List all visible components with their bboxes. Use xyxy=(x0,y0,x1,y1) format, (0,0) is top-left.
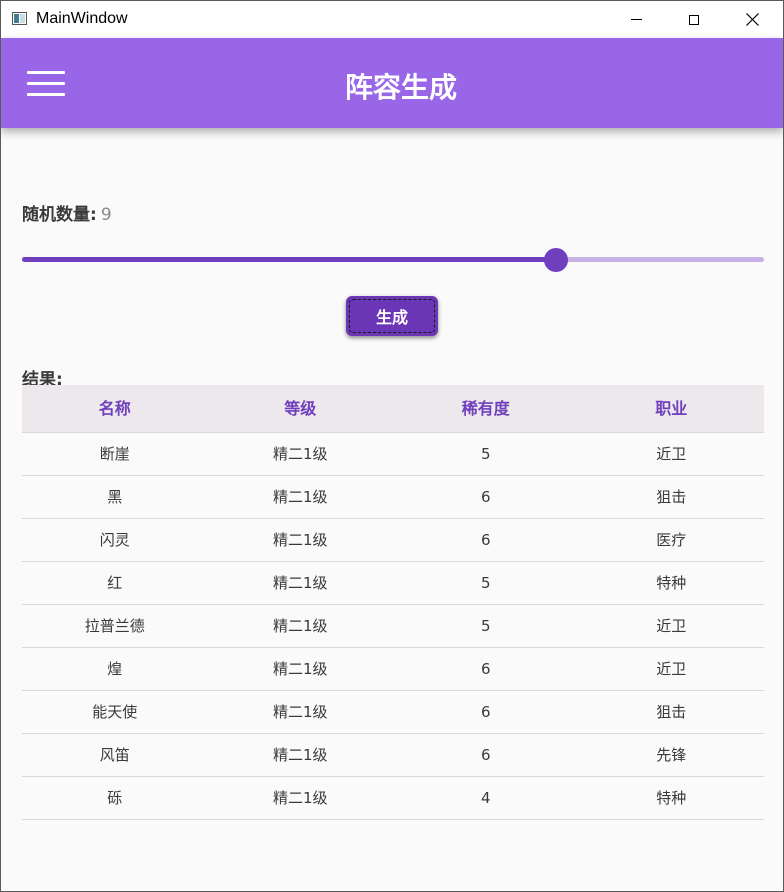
app-bar: 阵容生成 xyxy=(1,38,783,128)
result-table: 名称 等级 稀有度 职业 断崖 精二1级 5 近卫黑精二1级 6 狙击 闪灵 精二1级 6 医疗红精二1… xyxy=(22,385,764,820)
cell-profession: 先锋 xyxy=(656,746,687,764)
slider-fill xyxy=(22,257,557,262)
table-row[interactable]: 闪灵 精二1级 6 医疗 xyxy=(22,519,764,562)
cell-rarity: 6 xyxy=(480,660,491,678)
cell-level: 精二1级 xyxy=(272,746,328,764)
column-header-rarity[interactable]: 稀有度 xyxy=(393,385,579,432)
main-window: MainWindow 阵容生成 随机数量: 9 生成 结果: 名称 等级 稀有度… xyxy=(0,0,784,892)
cell-level: 精二1级 xyxy=(272,445,328,463)
cell-profession: 狙击 xyxy=(656,488,687,506)
random-count-row: 随机数量: 9 xyxy=(22,200,112,225)
generate-button-label: 生成 xyxy=(375,308,408,327)
maximize-icon xyxy=(689,14,699,25)
minimize-button[interactable] xyxy=(607,1,665,38)
table-row[interactable]: 风笛 精二1级 6 先锋 xyxy=(22,734,764,777)
cell-level: 精二1级 xyxy=(272,703,328,721)
table-row[interactable]: 断崖 精二1级 5 近卫 xyxy=(22,433,764,476)
table-row[interactable]: 红 精二1级 5 特种 xyxy=(22,562,764,605)
cell-name: 砾 xyxy=(107,789,123,807)
cell-level: 精二1级 xyxy=(272,789,328,807)
cell-rarity: 6 xyxy=(480,746,491,764)
cell-rarity: 6 xyxy=(480,531,491,549)
random-count-label: 随机数量: xyxy=(22,205,97,225)
cell-name: 断崖 xyxy=(99,445,130,463)
generate-button[interactable]: 生成 xyxy=(346,296,438,336)
minimize-icon xyxy=(630,19,642,20)
cell-profession: 特种 xyxy=(656,789,687,807)
window-title: MainWindow xyxy=(36,10,128,27)
cell-name: 闪灵 xyxy=(99,531,130,549)
title-bar[interactable]: MainWindow xyxy=(1,1,783,38)
random-count-value: 9 xyxy=(100,205,112,225)
table-body: 断崖 精二1级 5 近卫黑精二1级 6 狙击 闪灵 精二1级 6 医疗红精二1级 5 特种 拉普兰德 精二… xyxy=(22,433,764,820)
cell-rarity: 5 xyxy=(480,617,491,635)
cell-profession: 近卫 xyxy=(656,445,687,463)
cell-rarity: 6 xyxy=(480,488,491,506)
cell-rarity: 5 xyxy=(480,445,491,463)
cell-rarity: 6 xyxy=(480,703,491,721)
column-header-profession[interactable]: 职业 xyxy=(579,385,765,432)
slider-thumb[interactable] xyxy=(544,248,569,272)
cell-rarity: 4 xyxy=(480,789,491,807)
cell-name: 拉普兰德 xyxy=(84,617,145,635)
cell-profession: 狙击 xyxy=(656,703,687,721)
cell-name: 风笛 xyxy=(99,746,130,764)
column-header-name[interactable]: 名称 xyxy=(22,385,208,432)
page-title: 阵容生成 xyxy=(344,71,457,104)
cell-level: 精二1级 xyxy=(272,617,328,635)
cell-name: 红 xyxy=(107,574,123,592)
cell-rarity: 5 xyxy=(480,574,491,592)
cell-level: 精二1级 xyxy=(272,574,328,592)
app-icon xyxy=(12,12,27,25)
table-row[interactable]: 能天使 精二1级 6 狙击 xyxy=(22,691,764,734)
cell-profession: 近卫 xyxy=(656,617,687,635)
cell-name: 黑 xyxy=(107,488,123,506)
cell-level: 精二1级 xyxy=(272,531,328,549)
table-header: 名称 等级 稀有度 职业 xyxy=(22,385,764,433)
random-count-slider[interactable] xyxy=(22,248,764,272)
table-row[interactable]: 砾 精二1级 4 特种 xyxy=(22,777,764,820)
table-row[interactable]: 煌 精二1级 6 近卫 xyxy=(22,648,764,691)
cell-profession: 近卫 xyxy=(656,660,687,678)
cell-name: 煌 xyxy=(107,660,123,678)
close-icon xyxy=(745,13,759,26)
cell-level: 精二1级 xyxy=(272,660,328,678)
maximize-button[interactable] xyxy=(665,1,723,38)
cell-level: 精二1级 xyxy=(272,488,328,506)
cell-profession: 特种 xyxy=(656,574,687,592)
column-header-level[interactable]: 等级 xyxy=(208,385,394,432)
table-row[interactable]: 黑 精二1级 6 狙击 xyxy=(22,476,764,519)
cell-profession: 医疗 xyxy=(656,531,687,549)
close-button[interactable] xyxy=(723,1,781,38)
cell-name: 能天使 xyxy=(92,703,138,721)
table-row[interactable]: 拉普兰德 精二1级 5 近卫 xyxy=(22,605,764,648)
